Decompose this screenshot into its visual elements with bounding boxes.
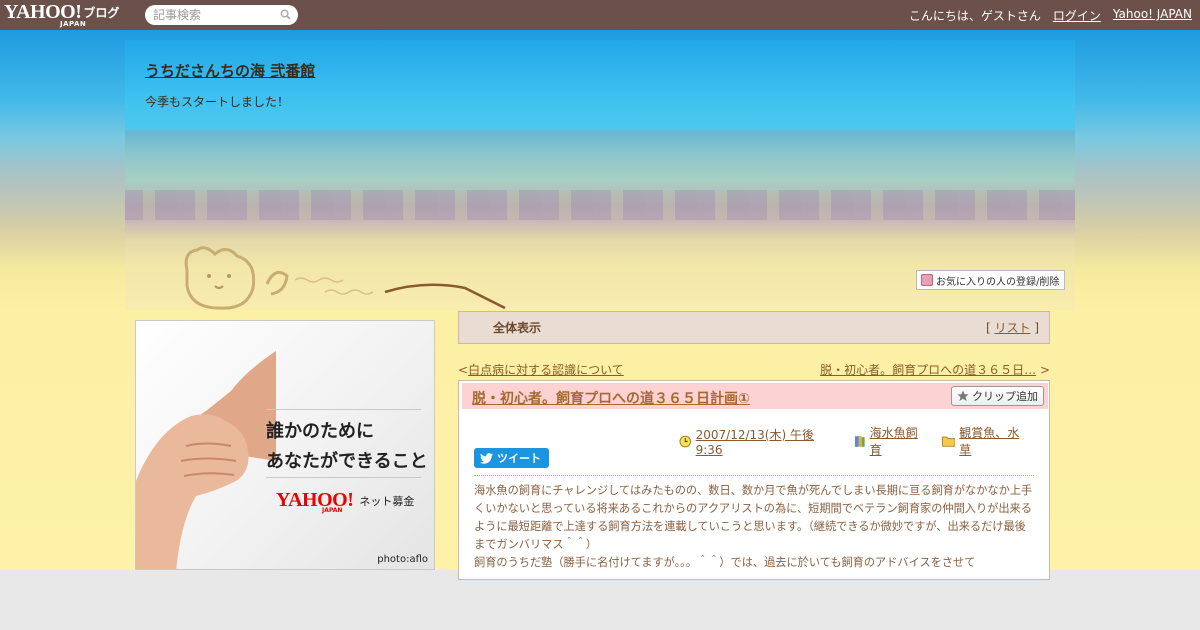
blog-subtitle: 今季もスタートしました！ [145,95,290,109]
search-icon[interactable] [280,9,291,20]
ad-logo-service-text: ネット募金 [359,494,415,508]
article-box: 脱・初心者。飼育プロへの道３６５日計画① クリップ追加 2007/12/13(木… [458,380,1050,580]
sea-wave-decoration [125,190,1075,220]
favorite-icon [921,274,933,286]
list-bracket-close: ] [1034,321,1039,335]
twitter-bird-icon [480,452,493,464]
next-article: 脱・初心者。飼育プロへの道３６５日… > [820,361,1050,378]
logo-japan-text: JAPAN [60,20,87,28]
article-paragraph-2: 飼育のうちだ塾（勝手に名付けてますが。。。＾＾）では、過去に於いても飼育のアドバ… [474,556,976,569]
folder-icon [941,436,956,447]
article-title-bar: 脱・初心者。飼育プロへの道３６５日計画① クリップ追加 [462,383,1048,409]
meta-date: 2007/12/13(木) 午後 9:36 [679,424,840,458]
tweet-label: ツイート [497,452,541,465]
login-link[interactable]: ログイン [1053,7,1101,24]
next-mark: > [1039,363,1050,377]
article-date-link[interactable]: 2007/12/13(木) 午後 9:36 [696,426,840,457]
clip-add-button[interactable]: クリップ追加 [951,386,1044,406]
holding-hands-image [136,321,276,569]
user-nav: こんにちは、ゲストさん ログイン Yahoo! JAPAN [909,7,1192,24]
article-paragraph-1: 海水魚の飼育にチャレンジしてはみたものの、数日、数か月で魚が死んでしまい長期に亘… [474,484,1033,551]
yahoo-japan-link[interactable]: Yahoo! JAPAN [1113,7,1192,24]
favorite-register-button[interactable]: お気に入りの人の登録/削除 [916,270,1065,290]
meta-category-1: 海水魚飼育 [854,424,928,458]
ad-photo-credit: photo:aflo [377,554,428,565]
tweet-button[interactable]: ツイート [474,448,549,468]
ad-divider-bottom [266,477,421,478]
prev-article-link[interactable]: 白点病に対する認識について [468,363,624,377]
clip-add-label: クリップ追加 [972,390,1038,403]
book-icon [855,435,865,447]
ad-headline-2: あなたができること [266,451,428,472]
clock-icon [679,435,692,447]
ad-yahoo-logo: YAHOO! JAPAN ネット募金 [276,489,415,514]
donation-ad-banner[interactable]: 誰かのために あなたができること YAHOO! JAPAN ネット募金 phot… [135,320,435,570]
category-link-2[interactable]: 観賞魚、水草 [959,424,1029,458]
article-body: 海水魚の飼育にチャレンジしてはみたものの、数日、数か月で魚が死んでしまい長期に亘… [474,482,1034,572]
next-article-link[interactable]: 脱・初心者。飼育プロへの道３６５日… [820,363,1036,377]
greeting-text: こんにちは、ゲストさん [908,9,1041,23]
ad-logo-japan-text: JAPAN [322,507,343,514]
favorite-register-label: お気に入りの人の登録/削除 [936,276,1060,288]
list-link[interactable]: リスト [994,321,1030,335]
star-icon [957,390,969,401]
logo-blog-text: ブログ [83,6,120,20]
blog-title[interactable]: うちださんちの海 弐番館 [145,60,315,81]
list-bracket-open: [ [985,321,991,335]
article-title[interactable]: 脱・初心者。飼育プロへの道３６５日計画① [472,388,750,408]
top-navigation-bar: YAHOO! JAPAN ブログ こんにちは、ゲストさん ログイン Yahoo!… [0,0,1200,30]
article-meta: 2007/12/13(木) 午後 9:36 海水魚飼育 観賞魚、水草 [679,424,1029,458]
prev-mark: < [458,363,469,377]
prev-article: <白点病に対する認識について [458,361,624,378]
blog-header: うちださんちの海 弐番館 今季もスタートしました！ お気に入りの人の登録/削除 [125,40,1075,310]
category-bar: 全体表示 [ リスト ] [458,311,1050,344]
category-link-1[interactable]: 海水魚飼育 [870,424,928,458]
category-list: [ リスト ] [986,319,1039,336]
ad-headline-1: 誰かのために [266,421,374,442]
meta-category-2: 観賞魚、水草 [941,424,1029,458]
logo-yahoo-text: YAHOO! [4,1,82,23]
search-input[interactable] [153,8,278,22]
mascot-sand-drawing [184,246,506,310]
category-title: 全体表示 [493,321,542,335]
article-divider [474,475,1034,476]
yahoo-blog-logo[interactable]: YAHOO! JAPAN ブログ [4,1,120,28]
ad-divider-top [266,409,421,410]
search-box [145,5,298,25]
article-pager: <白点病に対する認識について 脱・初心者。飼育プロへの道３６５日… > [458,361,1050,378]
